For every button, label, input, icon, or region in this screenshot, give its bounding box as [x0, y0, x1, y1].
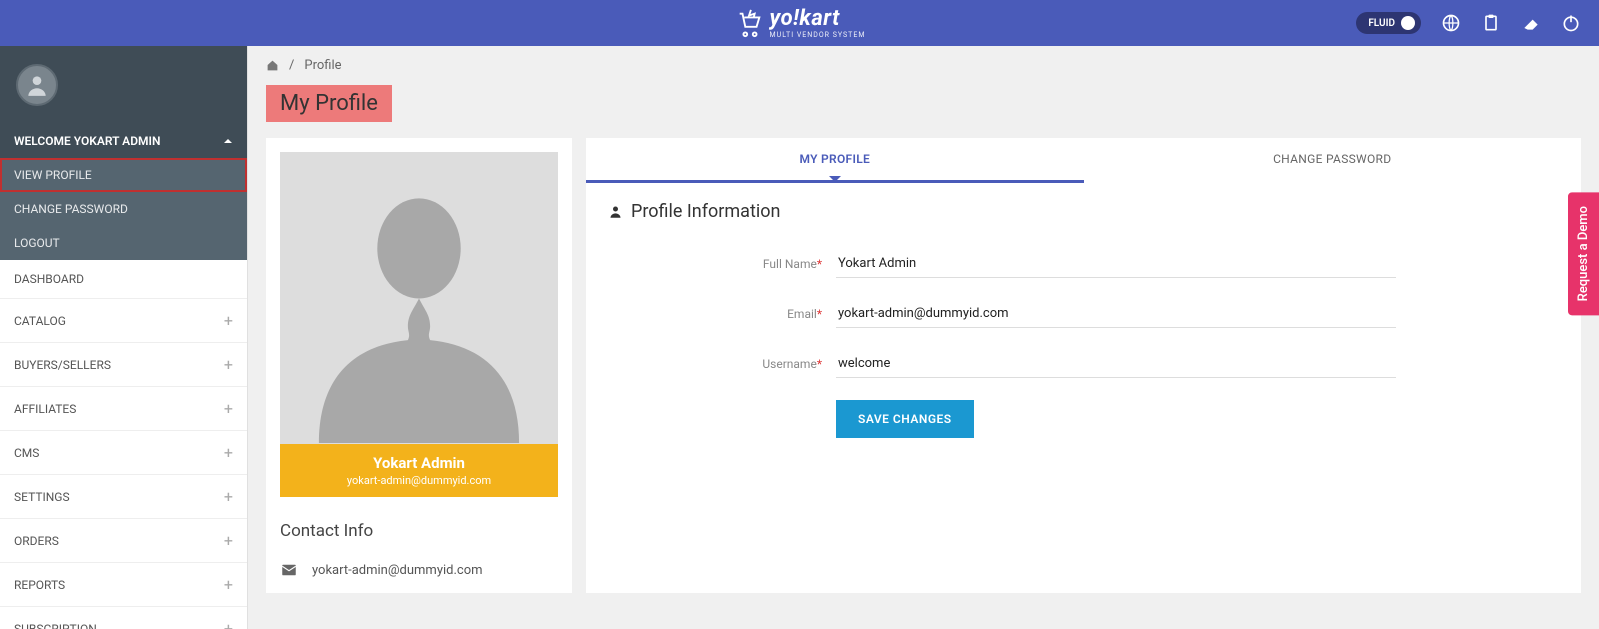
- expand-icon: +: [224, 355, 233, 374]
- sidebar: WELCOME YOKART ADMIN VIEW PROFILECHANGE …: [0, 46, 248, 629]
- profile-photo: [280, 152, 558, 444]
- envelope-icon: [280, 561, 298, 579]
- section-title: Profile Information: [586, 183, 1581, 240]
- clipboard-icon[interactable]: [1481, 13, 1501, 33]
- expand-icon: +: [224, 619, 233, 629]
- page-title: My Profile: [266, 85, 392, 122]
- label-full-name: Full Name*: [626, 257, 836, 271]
- toggle-knob: [1401, 16, 1415, 30]
- brand-tagline: MULTI VENDOR SYSTEM: [770, 32, 866, 39]
- content-area: / Profile My Profile Yokart Admin yokart…: [248, 46, 1599, 629]
- contact-email-row: yokart-admin@dummyid.com: [280, 561, 558, 579]
- expand-icon: +: [224, 399, 233, 418]
- brand-logo[interactable]: yo!kart MULTI VENDOR SYSTEM: [734, 8, 866, 39]
- expand-icon: +: [224, 531, 233, 550]
- power-icon[interactable]: [1561, 13, 1581, 33]
- avatar-box: [0, 46, 247, 124]
- username-field[interactable]: [836, 350, 1396, 378]
- topbar: yo!kart MULTI VENDOR SYSTEM FLUID: [0, 0, 1599, 46]
- home-icon[interactable]: [266, 59, 279, 72]
- profile-name: Yokart Admin: [290, 454, 548, 472]
- email-field[interactable]: [836, 300, 1396, 328]
- profile-email: yokart-admin@dummyid.com: [290, 474, 548, 487]
- expand-icon: +: [224, 575, 233, 594]
- submenu-item-1[interactable]: CHANGE PASSWORD: [0, 192, 247, 226]
- nav-item-catalog[interactable]: CATALOG+: [0, 298, 247, 342]
- tab-change-password[interactable]: CHANGE PASSWORD: [1084, 138, 1582, 183]
- submenu-item-2[interactable]: LOGOUT: [0, 226, 247, 260]
- nav-item-reports[interactable]: REPORTS+: [0, 562, 247, 606]
- breadcrumb: / Profile: [248, 46, 1599, 85]
- tab-my-profile[interactable]: MY PROFILE: [586, 138, 1084, 183]
- fluid-toggle[interactable]: FLUID: [1356, 12, 1421, 34]
- request-demo-button[interactable]: Request a Demo: [1568, 192, 1599, 315]
- submenu-item-0[interactable]: VIEW PROFILE: [0, 158, 247, 192]
- nav-item-dashboard[interactable]: DASHBOARD: [0, 260, 247, 298]
- breadcrumb-current: Profile: [304, 58, 341, 73]
- avatar[interactable]: [16, 64, 58, 106]
- nav-item-affiliates[interactable]: AFFILIATES+: [0, 386, 247, 430]
- save-button[interactable]: SAVE CHANGES: [836, 400, 974, 438]
- full-name-field[interactable]: [836, 250, 1396, 278]
- globe-icon[interactable]: [1441, 13, 1461, 33]
- name-bar: Yokart Admin yokart-admin@dummyid.com: [280, 444, 558, 497]
- caret-up-icon: [223, 136, 233, 146]
- nav-item-cms[interactable]: CMS+: [0, 430, 247, 474]
- label-email: Email*: [626, 307, 836, 321]
- nav-item-subscription[interactable]: SUBSCRIPTION+: [0, 606, 247, 629]
- expand-icon: +: [224, 311, 233, 330]
- expand-icon: +: [224, 443, 233, 462]
- label-username: Username*: [626, 357, 836, 371]
- welcome-header[interactable]: WELCOME YOKART ADMIN: [0, 124, 247, 158]
- eraser-icon[interactable]: [1521, 13, 1541, 33]
- cart-icon: [734, 8, 764, 38]
- contact-info-title: Contact Info: [280, 521, 558, 541]
- expand-icon: +: [224, 487, 233, 506]
- nav-item-settings[interactable]: SETTINGS+: [0, 474, 247, 518]
- nav-item-buyers-sellers[interactable]: BUYERS/SELLERS+: [0, 342, 247, 386]
- user-icon: [608, 204, 623, 219]
- profile-card: Yokart Admin yokart-admin@dummyid.com Co…: [266, 138, 572, 593]
- form-card: MY PROFILE CHANGE PASSWORD Profile Infor…: [586, 138, 1581, 593]
- nav-item-orders[interactable]: ORDERS+: [0, 518, 247, 562]
- brand-name: yo!kart: [770, 8, 866, 30]
